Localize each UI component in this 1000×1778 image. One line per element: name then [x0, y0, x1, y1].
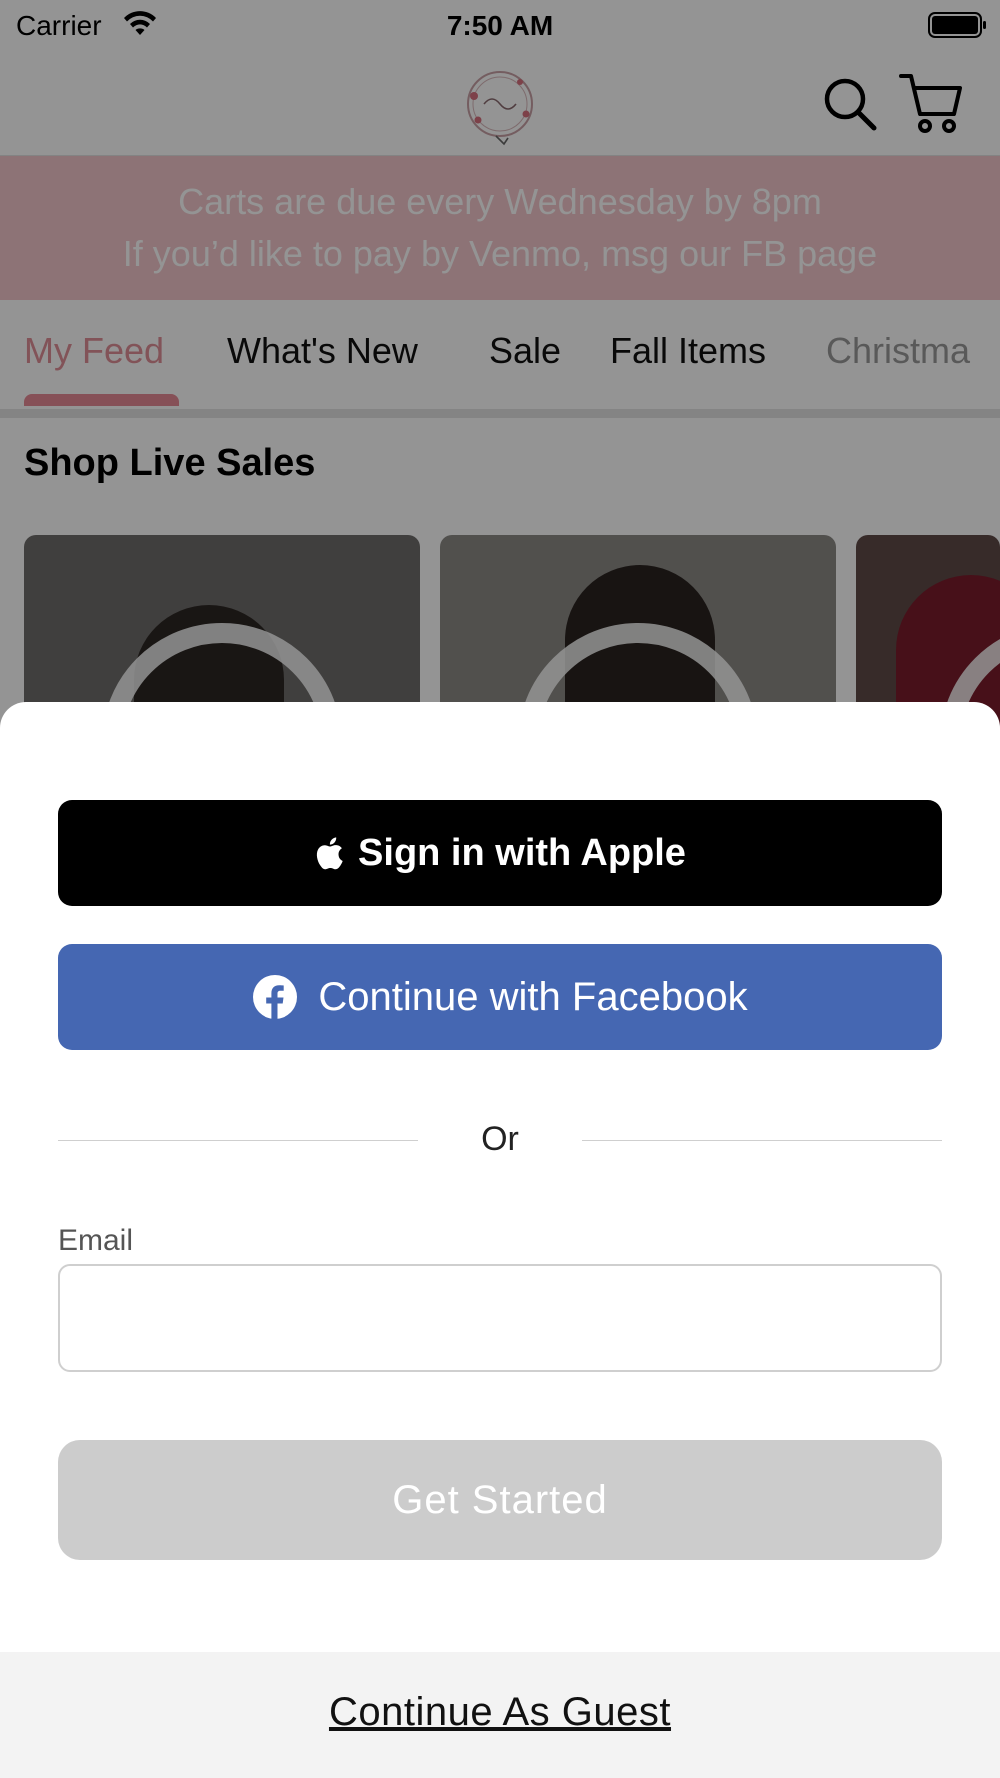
email-label: Email [58, 1224, 134, 1257]
continue-as-guest-link[interactable]: Continue As Guest [329, 1690, 671, 1735]
email-field[interactable] [58, 1264, 942, 1372]
facebook-button-label: Continue with Facebook [318, 974, 748, 1019]
facebook-icon [253, 975, 298, 1020]
guest-footer: Continue As Guest [0, 1652, 1000, 1778]
sign-in-with-apple-button[interactable]: Sign in with Apple [58, 800, 942, 906]
divider-right [582, 1140, 942, 1141]
apple-icon [316, 837, 343, 870]
continue-with-facebook-button[interactable]: Continue with Facebook [58, 944, 942, 1050]
sign-in-sheet: Sign in with Apple Continue with Faceboo… [0, 702, 1000, 1778]
get-started-button[interactable]: Get Started [58, 1440, 942, 1560]
apple-button-label: Sign in with Apple [358, 831, 686, 874]
